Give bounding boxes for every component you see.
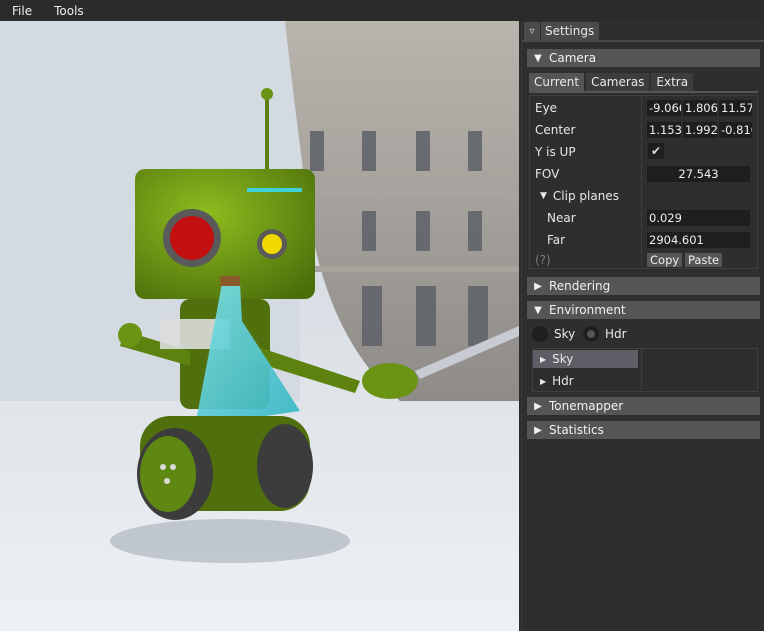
clip-planes-label: Clip planes [552,189,619,203]
menu-bar: File Tools [0,0,764,21]
section-tonemapper-label: Tonemapper [549,399,624,413]
eye-x-field[interactable]: -9.066 [647,100,681,116]
settings-window-tab[interactable]: ▿ Settings [524,22,600,40]
yup-checkbox[interactable]: ✔ [648,143,664,159]
triangle-right-icon: ▶ [540,376,547,386]
tree-item-sky[interactable]: ▶ Sky [540,348,573,370]
section-camera-label: Camera [549,51,597,65]
render-viewport[interactable] [0,21,519,631]
help-marker[interactable]: (?) [535,249,551,271]
paste-button[interactable]: Paste [685,253,723,267]
far-field[interactable]: 2904.601 [647,232,750,248]
hdr-radio[interactable] [583,326,599,342]
camera-tabbar: Current Cameras Extra [529,73,695,91]
menu-tools[interactable]: Tools [44,4,96,18]
scene-render [0,21,519,631]
window-menu-icon[interactable]: ▿ [524,22,540,40]
tab-cameras[interactable]: Cameras [586,73,650,91]
eye-label: Eye [535,101,558,115]
center-y-field[interactable]: 1.992 [683,122,717,138]
triangle-right-icon: ▶ [540,354,547,364]
menu-file[interactable]: File [0,4,44,18]
clip-planes-node[interactable]: ▼ Clip planes [540,185,619,207]
triangle-right-icon: ▶ [534,424,542,436]
tab-underline [522,40,764,42]
yup-label: Y is UP [535,145,576,159]
settings-tab-label[interactable]: Settings [541,22,600,40]
camera-tab-underline [529,91,758,93]
section-camera[interactable]: ▼ Camera [527,49,760,67]
near-label: Near [547,211,576,225]
near-field[interactable]: 0.029 [647,210,750,226]
center-label: Center [535,123,576,137]
hdr-radio-label: Hdr [605,327,627,341]
center-x-field[interactable]: 1.153 [647,122,681,138]
section-statistics-label: Statistics [549,423,604,437]
triangle-down-icon: ▼ [540,191,547,201]
fov-slider[interactable]: 27.543 [647,166,750,182]
section-rendering[interactable]: ▶ Rendering [527,277,760,295]
triangle-down-icon: ▼ [534,304,542,316]
section-environment-label: Environment [549,303,626,317]
environment-tree-separator [641,349,642,390]
eye-y-field[interactable]: 1.806 [683,100,717,116]
center-z-field[interactable]: -0.810 [719,122,752,138]
column-separator [641,96,642,266]
tab-current[interactable]: Current [529,73,585,91]
checkmark-icon: ✔ [650,144,662,158]
section-tonemapper[interactable]: ▶ Tonemapper [527,397,760,415]
sky-radio-label: Sky [554,327,576,341]
section-rendering-label: Rendering [549,279,611,293]
section-statistics[interactable]: ▶ Statistics [527,421,760,439]
tree-item-hdr-label: Hdr [552,374,574,388]
copy-button[interactable]: Copy [647,253,683,267]
tree-item-hdr[interactable]: ▶ Hdr [540,370,574,392]
sky-radio[interactable] [532,326,548,342]
section-environment[interactable]: ▼ Environment [527,301,760,319]
triangle-right-icon: ▶ [534,400,542,412]
triangle-right-icon: ▶ [534,280,542,292]
far-label: Far [547,233,566,247]
tree-item-sky-label: Sky [552,352,574,366]
triangle-down-icon: ▼ [534,52,542,64]
tab-extra[interactable]: Extra [651,73,694,91]
eye-z-field[interactable]: 11.57 [719,100,752,116]
fov-label: FOV [535,167,560,181]
